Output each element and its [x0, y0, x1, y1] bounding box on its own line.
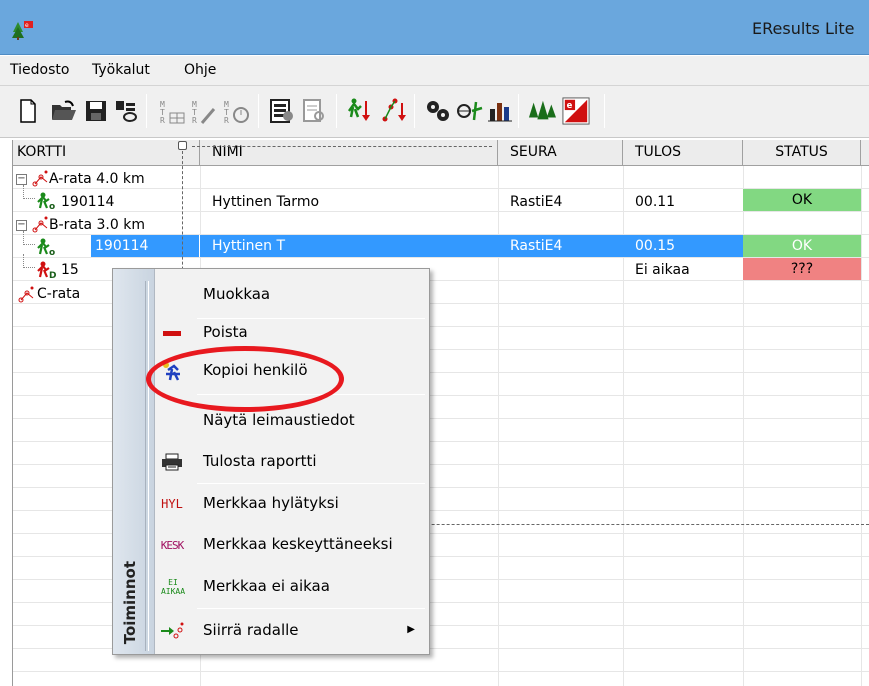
course-label-c[interactable]: C-rata — [37, 286, 80, 302]
menu-item-move-to-course[interactable]: Siirrä radalle ▶ — [155, 611, 429, 651]
context-menu-side-label: Toiminnot — [121, 560, 139, 644]
svg-text:D: D — [49, 271, 56, 279]
table-edit-icon[interactable]: MTR — [158, 96, 186, 126]
status-badge: OK — [743, 189, 861, 211]
highlight-ring — [146, 346, 344, 412]
svg-text:R: R — [224, 116, 229, 125]
clock-edit-icon[interactable]: MTR — [222, 96, 250, 126]
window-title: EResults Lite — [752, 19, 855, 38]
menu-item-label: Merkkaa hylätyksi — [203, 494, 339, 512]
svg-text:R: R — [192, 116, 197, 125]
row-name[interactable]: Hyttinen Tarmo — [212, 194, 319, 210]
svg-text:R: R — [160, 116, 165, 125]
trees-icon[interactable] — [528, 96, 556, 126]
menu-item-label: Poista — [203, 323, 248, 341]
eresults-logo-icon[interactable]: e — [562, 96, 590, 126]
kesk-icon: KESK — [160, 538, 184, 552]
dock-guide-top — [192, 146, 492, 147]
menu-item-mark-disqualified[interactable]: HYL Merkkaa hylätyksi — [155, 484, 429, 524]
svg-text:e: e — [567, 100, 573, 110]
col-header-kortti[interactable]: KORTTI — [13, 140, 200, 166]
title-bar: e EResults Lite — [0, 0, 869, 55]
printer-icon — [159, 451, 185, 473]
sort-runner-icon[interactable] — [346, 96, 374, 126]
split-time-icon[interactable] — [456, 96, 484, 126]
open-folder-icon[interactable] — [50, 96, 78, 126]
tree-toggle-b[interactable]: − — [16, 220, 27, 231]
menu-help[interactable]: Ohje — [184, 62, 216, 78]
col-header-tulos[interactable]: TULOS — [623, 140, 743, 166]
svg-text:o: o — [49, 202, 55, 210]
tree-toggle-a[interactable]: − — [16, 174, 27, 185]
ei-aikaa-icon: EI AIKAA — [160, 578, 186, 596]
print-preview-icon[interactable] — [268, 96, 296, 126]
status-badge: ??? — [743, 258, 861, 280]
row-club[interactable]: RastiE4 — [510, 238, 562, 254]
menu-bar: Tiedosto Työkalut Ohje — [0, 56, 869, 86]
menu-file[interactable]: Tiedosto — [10, 62, 69, 78]
svg-text:o: o — [49, 248, 55, 256]
settings-gears-icon[interactable] — [424, 96, 452, 126]
runner-ok-icon: o — [37, 192, 55, 210]
menu-item-mark-dnf[interactable]: KESK Merkkaa keskeyttäneeksi — [155, 525, 429, 565]
pencil-edit-icon[interactable]: MTR — [190, 96, 218, 126]
row-name[interactable]: Hyttinen T — [212, 238, 285, 254]
menu-item-label: Siirrä radalle — [203, 621, 299, 639]
col-header-seura[interactable]: SEURA — [498, 140, 623, 166]
app-logo-icon: e — [12, 21, 33, 40]
save-icon[interactable] — [82, 96, 110, 126]
menu-item-print-report[interactable]: Tulosta raportti — [155, 442, 429, 482]
menu-item-label: Näytä leimaustiedot — [203, 411, 355, 429]
row-result[interactable]: Ei aikaa — [635, 262, 690, 278]
toolbar: MTR MTR MTR e — [0, 86, 869, 138]
runner-dnf-icon: D — [37, 261, 56, 279]
move-course-icon — [159, 620, 185, 642]
status-badge: OK — [743, 235, 861, 257]
delete-icon — [159, 322, 185, 344]
col-header-status[interactable]: STATUS — [743, 140, 861, 166]
context-menu-side-panel: Toiminnot — [113, 269, 155, 654]
menu-item-label: Muokkaa — [203, 285, 271, 303]
col-header-nimi[interactable]: NIMI — [200, 140, 498, 166]
new-file-icon[interactable] — [14, 96, 42, 126]
svg-text:e: e — [25, 22, 29, 29]
submenu-arrow-icon: ▶ — [407, 624, 415, 635]
menu-tools[interactable]: Työkalut — [92, 62, 150, 78]
context-menu: Toiminnot Muokkaa Poista Kopioi henkilö … — [112, 268, 430, 655]
bar-chart-icon[interactable] — [486, 96, 514, 126]
hyl-icon: HYL — [161, 497, 183, 511]
row-card[interactable]: 190114 — [61, 194, 114, 210]
runner-ok-icon: o — [37, 238, 55, 256]
dock-handle[interactable] — [178, 141, 187, 150]
row-result[interactable]: 00.11 — [635, 194, 675, 210]
menu-item-label: Merkkaa keskeyttäneeksi — [203, 535, 393, 553]
row-card[interactable]: 190114 — [95, 238, 148, 254]
menu-item-label: Tulosta raportti — [203, 452, 317, 470]
row-club[interactable]: RastiE4 — [510, 194, 562, 210]
menu-item-edit[interactable]: Muokkaa — [155, 275, 429, 315]
row-card[interactable]: 15 — [61, 262, 79, 278]
course-label-b[interactable]: B-rata 3.0 km — [49, 217, 145, 233]
menu-item-delete[interactable]: Poista — [155, 313, 429, 353]
document-search-icon[interactable] — [300, 96, 328, 126]
course-label-a[interactable]: A-rata 4.0 km — [49, 171, 145, 187]
menu-item-mark-no-time[interactable]: EI AIKAA Merkkaa ei aikaa — [155, 567, 429, 607]
course-icon — [18, 286, 34, 303]
row-result[interactable]: 00.15 — [635, 238, 675, 254]
sort-course-icon[interactable] — [380, 96, 408, 126]
menu-item-label: Merkkaa ei aikaa — [203, 577, 330, 595]
import-icon[interactable] — [112, 96, 140, 126]
